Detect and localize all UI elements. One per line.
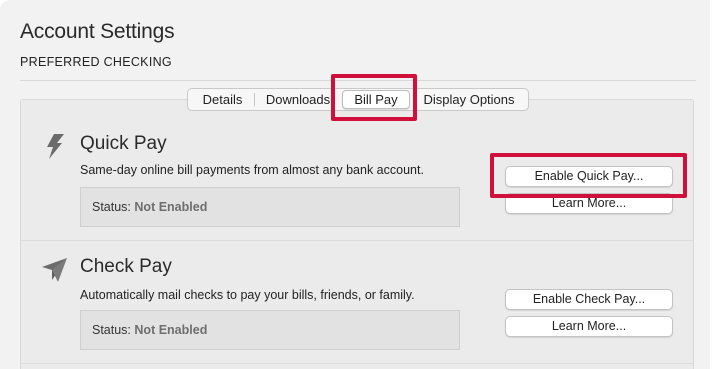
tab-downloads[interactable]: Downloads [260, 89, 336, 110]
page-title: Account Settings [20, 20, 175, 43]
check-pay-title: Check Pay [80, 256, 172, 277]
check-pay-status-value: Not Enabled [134, 323, 208, 337]
quick-pay-description: Same-day online bill payments from almos… [80, 163, 424, 177]
quick-pay-status-label: Status: [92, 200, 131, 214]
tab-details[interactable]: Details [195, 89, 250, 110]
account-settings-window: Account Settings PREFERRED CHECKING Quic… [0, 0, 716, 369]
tab-display-options[interactable]: Display Options [415, 89, 523, 110]
section-divider [21, 363, 693, 364]
check-pay-description: Automatically mail checks to pay your bi… [80, 288, 415, 302]
bill-pay-tab-highlight [331, 74, 417, 121]
quick-pay-status: Status: Not Enabled [80, 187, 460, 227]
tab-separator [254, 93, 255, 106]
paper-plane-icon [42, 258, 67, 282]
enable-quick-pay-highlight [490, 153, 687, 198]
window-edge [710, 0, 716, 369]
account-name: PREFERRED CHECKING [20, 55, 172, 69]
enable-check-pay-button[interactable]: Enable Check Pay... [505, 289, 673, 310]
section-divider [21, 240, 693, 241]
quick-pay-title: Quick Pay [80, 133, 167, 154]
quick-pay-status-value: Not Enabled [134, 200, 208, 214]
check-pay-status-label: Status: [92, 323, 131, 337]
lightning-bolt-icon [47, 134, 64, 159]
check-pay-learn-more-button[interactable]: Learn More... [505, 316, 673, 337]
check-pay-status: Status: Not Enabled [80, 310, 460, 350]
